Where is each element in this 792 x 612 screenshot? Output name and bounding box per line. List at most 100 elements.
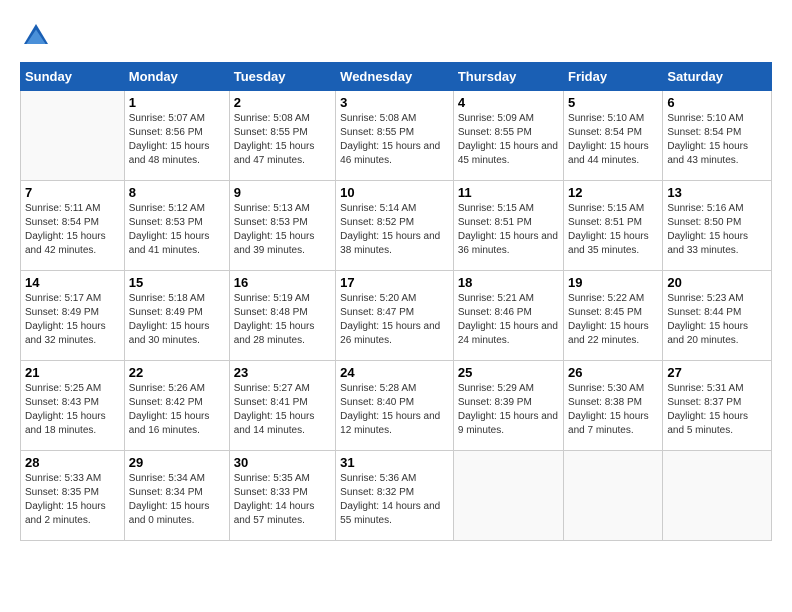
calendar-cell — [564, 451, 663, 541]
calendar-body: 1 Sunrise: 5:07 AMSunset: 8:56 PMDaylight… — [21, 91, 772, 541]
calendar-cell: 12 Sunrise: 5:15 AMSunset: 8:51 PMDayligh… — [564, 181, 663, 271]
day-number: 9 — [234, 185, 331, 200]
day-info: Sunrise: 5:20 AMSunset: 8:47 PMDaylight:… — [340, 292, 449, 348]
day-info: Sunrise: 5:30 AMSunset: 8:38 PMDaylight:… — [568, 382, 658, 438]
calendar-cell: 16 Sunrise: 5:19 AMSunset: 8:48 PMDayligh… — [229, 271, 335, 361]
calendar-cell: 28Sunrise: 5:33 AMSunset: 8:35 PMDayligh… — [21, 451, 125, 541]
calendar-cell: 27Sunrise: 5:31 AMSunset: 8:37 PMDayligh… — [663, 361, 772, 451]
day-number: 21 — [25, 365, 120, 380]
day-info: Sunrise: 5:28 AMSunset: 8:40 PMDaylight:… — [340, 382, 449, 438]
day-info: Sunrise: 5:36 AMSunset: 8:32 PMDaylight:… — [340, 472, 449, 528]
calendar-week-5: 28Sunrise: 5:33 AMSunset: 8:35 PMDayligh… — [21, 451, 772, 541]
day-number: 4 — [458, 95, 559, 110]
day-info: Sunrise: 5:13 AMSunset: 8:53 PMDaylight:… — [234, 202, 331, 258]
calendar-cell: 30 Sunrise: 5:35 AMSunset: 8:33 PMDayligh… — [229, 451, 335, 541]
day-info: Sunrise: 5:11 AMSunset: 8:54 PMDaylight:… — [25, 202, 120, 258]
day-number: 27 — [667, 365, 767, 380]
day-number: 13 — [667, 185, 767, 200]
calendar-cell: 23 Sunrise: 5:27 AMSunset: 8:41 PMDayligh… — [229, 361, 335, 451]
logo — [20, 20, 56, 52]
day-number: 19 — [568, 275, 658, 290]
day-number: 7 — [25, 185, 120, 200]
calendar-cell: 31 Sunrise: 5:36 AMSunset: 8:32 PMDayligh… — [336, 451, 454, 541]
weekday-header-friday: Friday — [564, 63, 663, 91]
day-number: 20 — [667, 275, 767, 290]
day-number: 5 — [568, 95, 658, 110]
day-number: 12 — [568, 185, 658, 200]
calendar-cell: 18 Sunrise: 5:21 AMSunset: 8:46 PMDayligh… — [453, 271, 563, 361]
day-info: Sunrise: 5:15 AMSunset: 8:51 PMDaylight:… — [458, 202, 559, 258]
day-info: Sunrise: 5:19 AMSunset: 8:48 PMDaylight:… — [234, 292, 331, 348]
day-info: Sunrise: 5:16 AMSunset: 8:50 PMDaylight:… — [667, 202, 767, 258]
calendar-cell: 13 Sunrise: 5:16 AMSunset: 8:50 PMDayligh… — [663, 181, 772, 271]
calendar-week-2: 7 Sunrise: 5:11 AMSunset: 8:54 PMDaylight… — [21, 181, 772, 271]
day-number: 30 — [234, 455, 331, 470]
calendar-cell: 15 Sunrise: 5:18 AMSunset: 8:49 PMDayligh… — [124, 271, 229, 361]
day-info: Sunrise: 5:29 AMSunset: 8:39 PMDaylight:… — [458, 382, 559, 438]
calendar-cell: 4 Sunrise: 5:09 AMSunset: 8:55 PMDaylight… — [453, 91, 563, 181]
day-info: Sunrise: 5:27 AMSunset: 8:41 PMDaylight:… — [234, 382, 331, 438]
day-info: Sunrise: 5:22 AMSunset: 8:45 PMDaylight:… — [568, 292, 658, 348]
calendar-cell: 14 Sunrise: 5:17 AMSunset: 8:49 PMDayligh… — [21, 271, 125, 361]
day-number: 3 — [340, 95, 449, 110]
calendar-cell: 8 Sunrise: 5:12 AMSunset: 8:53 PMDaylight… — [124, 181, 229, 271]
day-number: 15 — [129, 275, 225, 290]
calendar-cell: 3 Sunrise: 5:08 AMSunset: 8:55 PMDaylight… — [336, 91, 454, 181]
day-info: Sunrise: 5:08 AMSunset: 8:55 PMDaylight:… — [234, 112, 331, 168]
calendar-cell: 22Sunrise: 5:26 AMSunset: 8:42 PMDayligh… — [124, 361, 229, 451]
day-info: Sunrise: 5:35 AMSunset: 8:33 PMDaylight:… — [234, 472, 331, 528]
day-info: Sunrise: 5:21 AMSunset: 8:46 PMDaylight:… — [458, 292, 559, 348]
weekday-header-thursday: Thursday — [453, 63, 563, 91]
day-number: 8 — [129, 185, 225, 200]
day-number: 31 — [340, 455, 449, 470]
calendar-week-1: 1 Sunrise: 5:07 AMSunset: 8:56 PMDaylight… — [21, 91, 772, 181]
weekday-header-row: SundayMondayTuesdayWednesdayThursdayFrid… — [21, 63, 772, 91]
calendar-cell: 6 Sunrise: 5:10 AMSunset: 8:54 PMDaylight… — [663, 91, 772, 181]
calendar-cell: 20 Sunrise: 5:23 AMSunset: 8:44 PMDayligh… — [663, 271, 772, 361]
day-info: Sunrise: 5:18 AMSunset: 8:49 PMDaylight:… — [129, 292, 225, 348]
day-number: 29 — [129, 455, 225, 470]
calendar-week-3: 14 Sunrise: 5:17 AMSunset: 8:49 PMDayligh… — [21, 271, 772, 361]
day-info: Sunrise: 5:34 AMSunset: 8:34 PMDaylight:… — [129, 472, 225, 528]
calendar-cell: 11Sunrise: 5:15 AMSunset: 8:51 PMDayligh… — [453, 181, 563, 271]
day-number: 25 — [458, 365, 559, 380]
calendar-cell — [21, 91, 125, 181]
weekday-header-monday: Monday — [124, 63, 229, 91]
day-number: 23 — [234, 365, 331, 380]
day-number: 14 — [25, 275, 120, 290]
weekday-header-sunday: Sunday — [21, 63, 125, 91]
day-info: Sunrise: 5:07 AMSunset: 8:56 PMDaylight:… — [129, 112, 225, 168]
calendar-cell: 25 Sunrise: 5:29 AMSunset: 8:39 PMDayligh… — [453, 361, 563, 451]
day-number: 18 — [458, 275, 559, 290]
day-number: 26 — [568, 365, 658, 380]
calendar-cell: 9 Sunrise: 5:13 AMSunset: 8:53 PMDaylight… — [229, 181, 335, 271]
day-info: Sunrise: 5:17 AMSunset: 8:49 PMDaylight:… — [25, 292, 120, 348]
day-info: Sunrise: 5:23 AMSunset: 8:44 PMDaylight:… — [667, 292, 767, 348]
calendar-cell: 29 Sunrise: 5:34 AMSunset: 8:34 PMDayligh… — [124, 451, 229, 541]
day-info: Sunrise: 5:12 AMSunset: 8:53 PMDaylight:… — [129, 202, 225, 258]
logo-icon — [20, 20, 52, 52]
calendar-header: SundayMondayTuesdayWednesdayThursdayFrid… — [21, 63, 772, 91]
calendar-week-4: 21 Sunrise: 5:25 AMSunset: 8:43 PMDayligh… — [21, 361, 772, 451]
calendar-table: SundayMondayTuesdayWednesdayThursdayFrid… — [20, 62, 772, 541]
calendar-cell — [663, 451, 772, 541]
calendar-cell: 7 Sunrise: 5:11 AMSunset: 8:54 PMDaylight… — [21, 181, 125, 271]
day-number: 24 — [340, 365, 449, 380]
calendar-cell: 21 Sunrise: 5:25 AMSunset: 8:43 PMDayligh… — [21, 361, 125, 451]
calendar-cell — [453, 451, 563, 541]
calendar-cell: 2 Sunrise: 5:08 AMSunset: 8:55 PMDaylight… — [229, 91, 335, 181]
day-info: Sunrise: 5:10 AMSunset: 8:54 PMDaylight:… — [667, 112, 767, 168]
day-info: Sunrise: 5:08 AMSunset: 8:55 PMDaylight:… — [340, 112, 449, 168]
day-info: Sunrise: 5:15 AMSunset: 8:51 PMDaylight:… — [568, 202, 658, 258]
day-number: 1 — [129, 95, 225, 110]
day-info: Sunrise: 5:26 AMSunset: 8:42 PMDaylight:… — [129, 382, 225, 438]
day-number: 2 — [234, 95, 331, 110]
day-number: 6 — [667, 95, 767, 110]
day-info: Sunrise: 5:09 AMSunset: 8:55 PMDaylight:… — [458, 112, 559, 168]
day-number: 17 — [340, 275, 449, 290]
day-info: Sunrise: 5:25 AMSunset: 8:43 PMDaylight:… — [25, 382, 120, 438]
calendar-cell: 26 Sunrise: 5:30 AMSunset: 8:38 PMDayligh… — [564, 361, 663, 451]
calendar-cell: 10Sunrise: 5:14 AMSunset: 8:52 PMDayligh… — [336, 181, 454, 271]
day-number: 16 — [234, 275, 331, 290]
calendar-cell: 5Sunrise: 5:10 AMSunset: 8:54 PMDaylight… — [564, 91, 663, 181]
